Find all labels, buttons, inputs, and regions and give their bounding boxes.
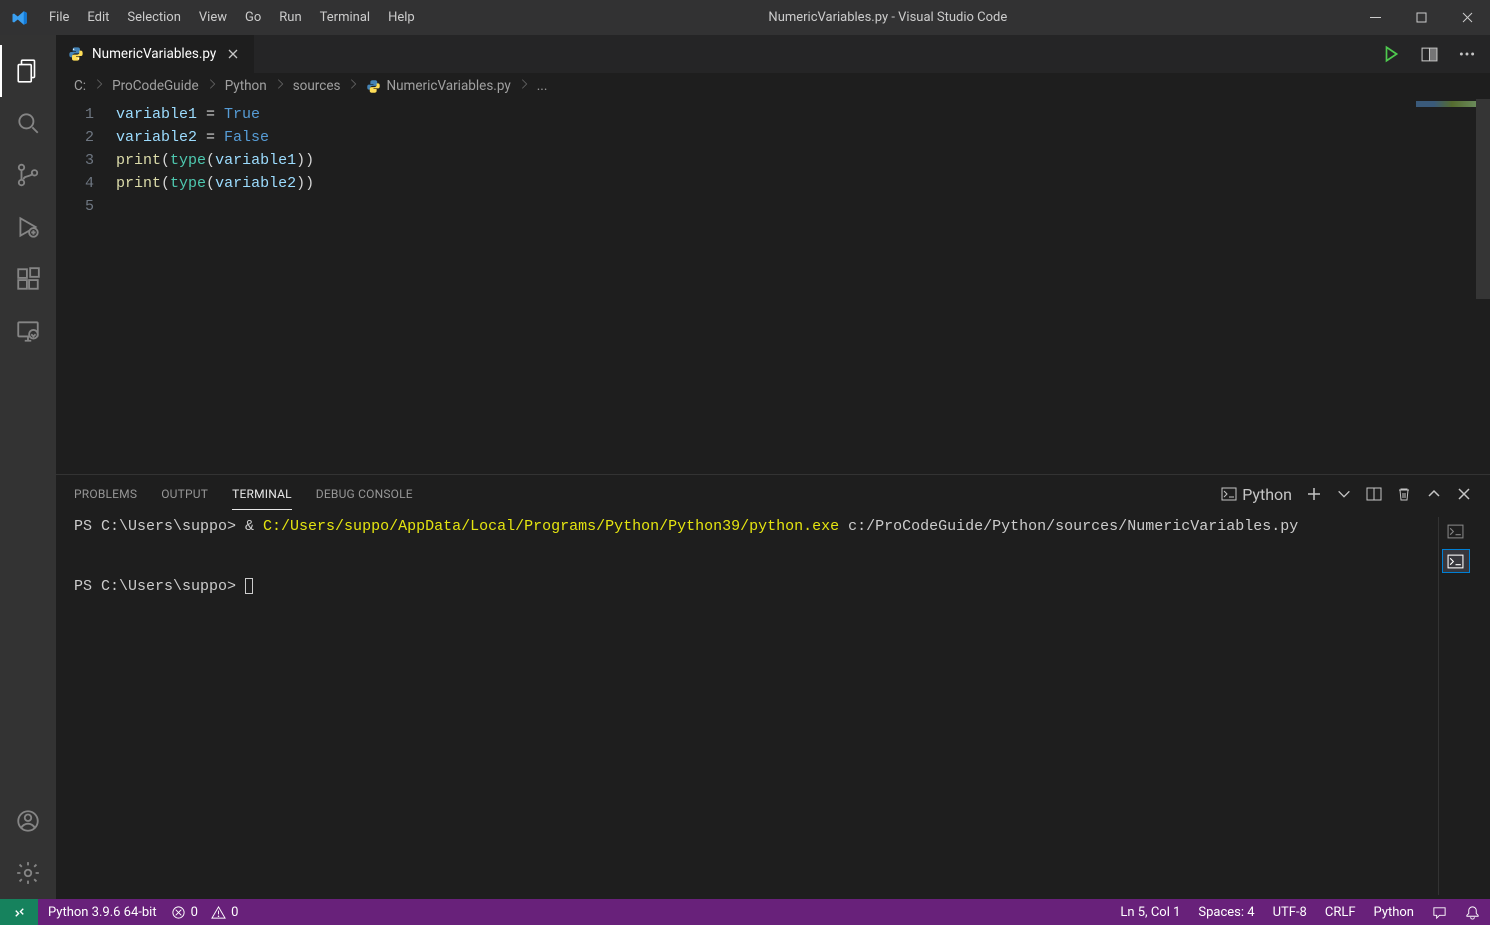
status-indent[interactable]: Spaces: 4 [1198, 905, 1254, 920]
breadcrumb-trail[interactable]: ... [537, 78, 548, 94]
menu-terminal[interactable]: Terminal [311, 4, 379, 31]
new-terminal-dropdown-icon[interactable] [1336, 486, 1352, 502]
terminal-instance-icon-1[interactable] [1442, 519, 1470, 543]
kill-terminal-icon[interactable] [1396, 486, 1412, 502]
menu-file[interactable]: File [40, 4, 78, 31]
maximize-button[interactable] [1398, 0, 1444, 35]
terminal-instance-icon-2[interactable] [1442, 549, 1470, 573]
tab-numericvariables[interactable]: NumericVariables.py [56, 35, 255, 73]
breadcrumb-part[interactable]: ProCodeGuide [112, 78, 199, 94]
editor-scrollbar[interactable] [1476, 99, 1490, 474]
run-file-icon[interactable] [1380, 43, 1402, 65]
settings-gear-icon[interactable] [0, 847, 56, 899]
panel-tab-debug[interactable]: DEBUG CONSOLE [316, 478, 413, 510]
terminal-type-label: Python [1242, 485, 1292, 504]
split-editor-icon[interactable] [1418, 43, 1440, 65]
status-notifications-icon[interactable] [1465, 905, 1480, 920]
vscode-logo [0, 9, 40, 27]
status-problems[interactable]: 0 0 [171, 905, 239, 920]
close-panel-icon[interactable] [1456, 486, 1472, 502]
maximize-panel-icon[interactable] [1426, 486, 1442, 502]
editor-area: NumericVariables.py C: ProCodeGuide Python… [56, 35, 1490, 899]
breadcrumb-root[interactable]: C: [74, 78, 86, 94]
more-actions-icon[interactable] [1456, 43, 1478, 65]
status-eol[interactable]: CRLF [1325, 905, 1356, 920]
terminal-text[interactable]: PS C:\Users\suppo> & C:/Users/suppo/AppD… [74, 517, 1438, 895]
window-controls [1352, 0, 1490, 35]
window-title: NumericVariables.py - Visual Studio Code [424, 10, 1352, 25]
code-editor[interactable]: 12345 variable1 = Truevariable2 = Falsep… [56, 99, 1490, 474]
activity-bar [0, 35, 56, 899]
title-bar: FileEditSelectionViewGoRunTerminalHelp N… [0, 0, 1490, 35]
close-button[interactable] [1444, 0, 1490, 35]
explorer-icon[interactable] [0, 45, 56, 97]
terminal-sidebar [1438, 517, 1472, 895]
extensions-icon[interactable] [0, 253, 56, 305]
new-terminal-icon[interactable] [1306, 486, 1322, 502]
code-lines[interactable]: variable1 = Truevariable2 = Falseprint(t… [116, 99, 314, 474]
tab-close-icon[interactable] [224, 45, 242, 63]
breadcrumb-file[interactable]: NumericVariables.py [366, 78, 510, 94]
tab-label: NumericVariables.py [92, 46, 216, 62]
run-debug-icon[interactable] [0, 201, 56, 253]
panel-tab-terminal[interactable]: TERMINAL [232, 478, 292, 510]
panel-tab-output[interactable]: OUTPUT [161, 478, 208, 510]
bottom-panel: PROBLEMS OUTPUT TERMINAL DEBUG CONSOLE P… [56, 474, 1490, 899]
line-number-gutter: 12345 [56, 99, 116, 474]
status-python-interpreter[interactable]: Python 3.9.6 64-bit [48, 905, 157, 920]
terminal-type-dropdown[interactable]: Python [1221, 485, 1292, 504]
tabs-row: NumericVariables.py [56, 35, 1490, 73]
split-terminal-icon[interactable] [1366, 486, 1382, 502]
breadcrumb-part[interactable]: sources [293, 78, 341, 94]
menu-run[interactable]: Run [270, 4, 310, 31]
menu-bar: FileEditSelectionViewGoRunTerminalHelp [40, 4, 424, 31]
status-feedback-icon[interactable] [1432, 905, 1447, 920]
accounts-icon[interactable] [0, 795, 56, 847]
source-control-icon[interactable] [0, 149, 56, 201]
menu-selection[interactable]: Selection [118, 4, 189, 31]
panel-tab-problems[interactable]: PROBLEMS [74, 478, 137, 510]
status-language[interactable]: Python [1374, 905, 1414, 920]
minimize-button[interactable] [1352, 0, 1398, 35]
minimap[interactable] [1376, 99, 1476, 474]
menu-help[interactable]: Help [379, 4, 424, 31]
search-icon[interactable] [0, 97, 56, 149]
menu-go[interactable]: Go [236, 4, 270, 31]
breadcrumb[interactable]: C: ProCodeGuide Python sources NumericVariab… [56, 73, 1490, 99]
status-bar: Python 3.9.6 64-bit 0 0 Ln 5, Col 1 Spac… [0, 899, 1490, 925]
breadcrumb-part[interactable]: Python [225, 78, 267, 94]
terminal-body[interactable]: PS C:\Users\suppo> & C:/Users/suppo/AppD… [56, 513, 1490, 899]
status-encoding[interactable]: UTF-8 [1273, 905, 1307, 920]
menu-view[interactable]: View [190, 4, 236, 31]
remote-indicator[interactable] [0, 899, 38, 925]
menu-edit[interactable]: Edit [78, 4, 118, 31]
status-cursor[interactable]: Ln 5, Col 1 [1120, 905, 1180, 920]
remote-explorer-icon[interactable] [0, 305, 56, 357]
